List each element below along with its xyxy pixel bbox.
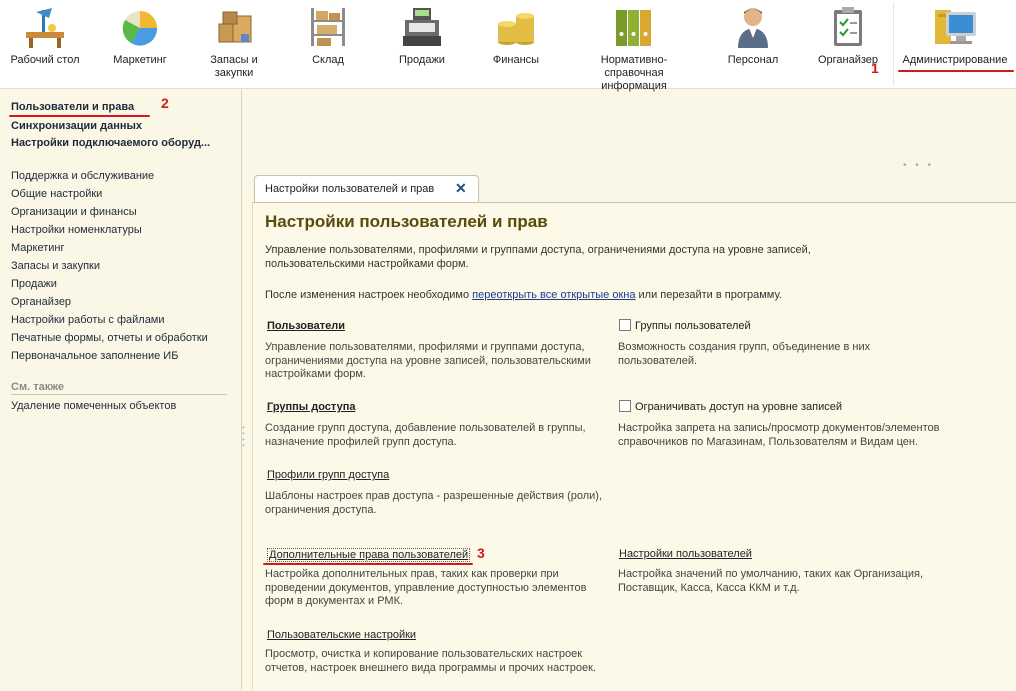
toolbar-label: Рабочий стол [10, 54, 80, 66]
user-groups-checkbox[interactable] [619, 319, 631, 331]
record-level-access-option[interactable]: Ограничивать доступ на уровне записей [619, 400, 842, 413]
additional-user-rights-description: Настройка дополнительных прав, таких как… [265, 568, 587, 607]
user-groups-description: Возможность создания групп, объединение … [618, 341, 871, 367]
sidebar-item-connected-equipment[interactable]: Настройки подключаемого оборуд... [11, 137, 210, 149]
annotation-number-2: 2 [161, 95, 169, 111]
annotation-underline-2 [9, 115, 150, 117]
desk-icon [26, 8, 64, 48]
sidebar-item[interactable]: Маркетинг [11, 242, 64, 254]
access-groups-link[interactable]: Группы доступа [267, 401, 355, 413]
toolbar-label: Финансы [492, 54, 540, 66]
computer-icon [935, 10, 976, 44]
see-also-divider [11, 394, 227, 395]
sidebar-item-users-and-rights[interactable]: Пользователи и права [11, 101, 134, 113]
annotation-number-3: 3 [477, 545, 485, 561]
sidebar-item[interactable]: Организации и финансы [11, 206, 137, 218]
record-level-access-description: Настройка запрета на запись/просмотр док… [618, 422, 940, 448]
toolbar-label: Маркетинг [113, 54, 167, 66]
see-also-caption: См. также [11, 381, 64, 393]
toolbar-label: Администрирование [902, 54, 1008, 66]
access-group-profiles-description: Шаблоны настроек прав доступа - разрешен… [265, 490, 603, 516]
toolbar-label: Запасы и закупки [210, 54, 258, 79]
additional-user-rights-link[interactable]: Дополнительные права пользователей [267, 548, 471, 562]
panel-splitter-handle[interactable]: • • • • [242, 424, 246, 455]
toolbar-item-staff[interactable]: Персонал [714, 0, 792, 88]
sidebar-item-data-sync[interactable]: Синхронизации данных [11, 120, 142, 132]
reopen-note: После изменения настроек необходимо пере… [265, 289, 782, 301]
person-icon [738, 8, 768, 48]
close-icon[interactable]: ✕ [455, 180, 467, 197]
warehouse-shelf-icon [311, 8, 345, 46]
toolbar-item-reference-data[interactable]: Нормативно-справочная информация [566, 0, 702, 92]
toolbar-label: Нормативно-справочная информация [600, 54, 668, 92]
tab-title: Настройки пользователей и прав [265, 183, 435, 195]
record-level-access-checkbox[interactable] [619, 400, 631, 412]
toolbar-item-desktop[interactable]: Рабочий стол [5, 0, 85, 88]
more-dots-icon: • • • [903, 160, 935, 171]
boxes-icon [218, 11, 252, 43]
toolbar-label: Персонал [727, 54, 779, 66]
sidebar: Пользователи и права 2 Синхронизации дан… [0, 89, 242, 690]
toolbar-item-finance[interactable]: Финансы [478, 0, 554, 88]
toolbar-label: Продажи [399, 54, 445, 66]
sidebar-item[interactable]: Настройки работы с файлами [11, 314, 165, 326]
sidebar-item-delete-marked[interactable]: Удаление помеченных объектов [11, 400, 176, 412]
annotation-underline-3 [263, 563, 473, 565]
toolbar-item-sales[interactable]: Продажи [384, 0, 460, 88]
intro-text: Управление пользователями, профилями и г… [265, 244, 811, 270]
toolbar-divider [893, 2, 894, 86]
toolbar-item-warehouse[interactable]: Склад [290, 0, 366, 88]
sidebar-item[interactable]: Органайзер [11, 296, 71, 308]
toolbar-item-administration[interactable]: Администрирование [897, 0, 1013, 88]
page-title: Настройки пользователей и прав [265, 212, 548, 231]
users-description: Управление пользователями, профилями и г… [265, 341, 591, 380]
pie-chart-icon [122, 11, 158, 46]
users-link[interactable]: Пользователи [267, 320, 345, 332]
tab-user-settings[interactable]: Настройки пользователей и прав ✕ [254, 175, 479, 203]
user-custom-settings-description: Просмотр, очистка и копирование пользова… [265, 648, 596, 674]
user-custom-settings-link[interactable]: Пользовательские настройки [267, 629, 416, 641]
annotation-number-1: 1 [871, 60, 879, 76]
user-groups-option[interactable]: Группы пользователей [619, 319, 751, 332]
access-group-profiles-link[interactable]: Профили групп доступа [267, 469, 389, 481]
access-groups-description: Создание групп доступа, добавление польз… [265, 422, 586, 448]
cash-register-icon [403, 8, 441, 46]
sidebar-item[interactable]: Общие настройки [11, 188, 102, 200]
settings-form: Настройки пользователей и прав Управлени… [252, 202, 1016, 691]
reopen-windows-link[interactable]: переоткрыть все открытые окна [472, 289, 635, 301]
toolbar-item-marketing[interactable]: Маркетинг [100, 0, 180, 88]
sidebar-item[interactable]: Запасы и закупки [11, 260, 100, 272]
annotation-underline-1 [898, 70, 1014, 72]
user-settings-description: Настройка значений по умолчанию, таких к… [618, 568, 924, 594]
coins-icon [498, 13, 534, 45]
sidebar-item[interactable]: Первоначальное заполнение ИБ [11, 350, 178, 362]
sidebar-item[interactable]: Печатные формы, отчеты и обработки [11, 332, 208, 344]
toolbar-item-inventory[interactable]: Запасы и закупки [195, 0, 273, 88]
sidebar-item[interactable]: Поддержка и обслуживание [11, 170, 154, 182]
sidebar-item[interactable]: Настройки номенклатуры [11, 224, 142, 236]
user-settings-link[interactable]: Настройки пользователей [619, 548, 752, 560]
binders-icon [616, 10, 651, 46]
clipboard-icon [834, 7, 862, 46]
section-panel: Рабочий стол Маркетинг Запасы и закупки [0, 0, 1016, 92]
sidebar-item[interactable]: Продажи [11, 278, 57, 290]
toolbar-label: Склад [312, 54, 344, 66]
